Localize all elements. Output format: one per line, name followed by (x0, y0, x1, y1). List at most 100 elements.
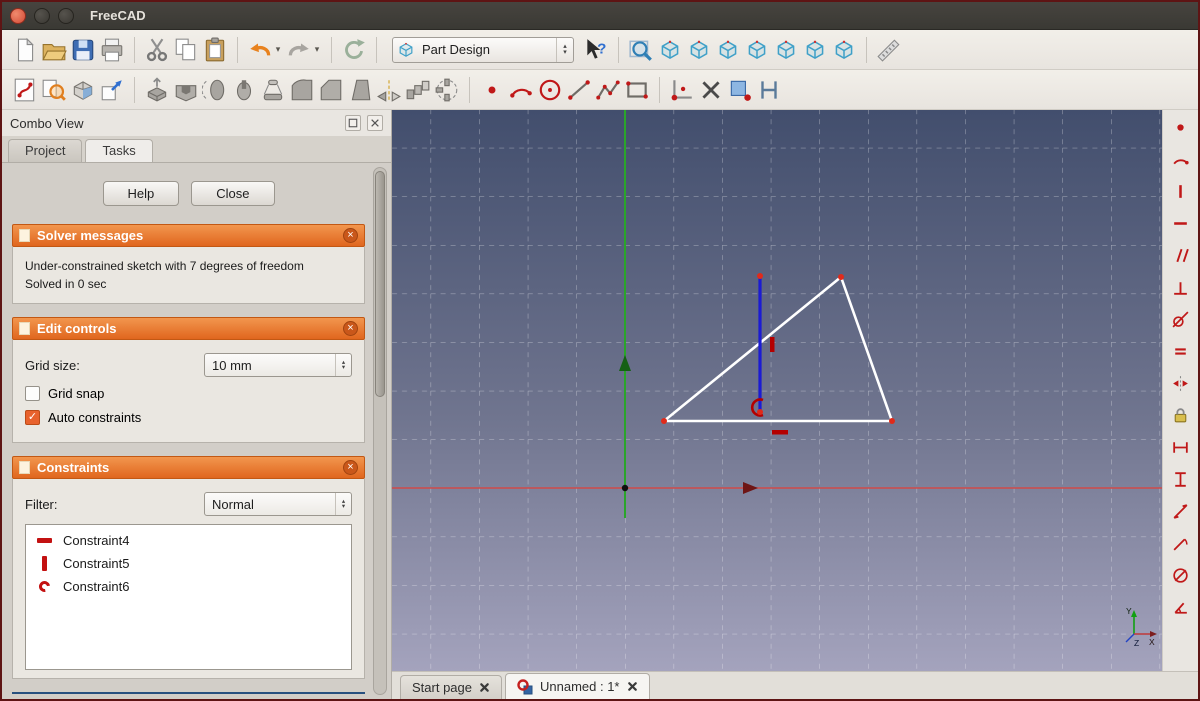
fit-all-icon[interactable] (628, 37, 654, 63)
constraints-filter-select[interactable]: Normal ▴ ▾ (204, 492, 352, 516)
help-button[interactable]: Help (102, 181, 180, 206)
constraint-distance-y-icon[interactable] (1171, 470, 1190, 489)
save-document-icon[interactable] (70, 37, 96, 63)
3d-view[interactable]: Y Z X (392, 110, 1162, 671)
new-document-icon[interactable] (12, 37, 38, 63)
constraint-lock-icon[interactable] (1171, 406, 1190, 425)
combo-arrows-icon[interactable]: ▴ ▾ (556, 37, 573, 62)
sketch-map-icon[interactable] (70, 77, 96, 103)
groove-icon[interactable] (231, 77, 257, 103)
measure-distance-icon[interactable] (876, 37, 902, 63)
constraint-symmetric-icon[interactable] (1171, 374, 1190, 393)
scrollbar-thumb[interactable] (375, 171, 385, 397)
create-point-icon[interactable] (479, 77, 505, 103)
undo-icon[interactable] (247, 37, 273, 63)
constraint-equal-icon[interactable] (1171, 342, 1190, 361)
tab-start-page[interactable]: Start page (400, 675, 502, 699)
linear-pattern-icon[interactable] (405, 77, 431, 103)
print-document-icon[interactable] (99, 37, 125, 63)
copy-icon[interactable] (173, 37, 199, 63)
vertical-constraint-marker[interactable] (770, 337, 775, 352)
combo-arrows-icon[interactable]: ▴ ▾ (335, 493, 351, 515)
workbench-selector[interactable]: Part Design ▴ ▾ (392, 36, 574, 63)
dock-float-icon[interactable] (345, 115, 361, 131)
sketch-viewport-canvas[interactable]: Y Z X (392, 110, 1162, 671)
sketch-edit-icon[interactable] (41, 77, 67, 103)
create-circle-icon[interactable] (537, 77, 563, 103)
constraint-distance-x-icon[interactable] (1171, 438, 1190, 457)
redo-icon[interactable] (286, 37, 312, 63)
tasks-scrollbar[interactable] (373, 167, 387, 695)
refresh-icon[interactable] (341, 37, 367, 63)
close-button[interactable]: Close (191, 181, 275, 206)
window-close-button[interactable] (10, 7, 26, 24)
list-item-constraint5[interactable]: Constraint5 (26, 552, 351, 575)
section-close-icon[interactable]: × (343, 460, 358, 475)
view-front-icon[interactable] (686, 37, 712, 63)
constraint-point-on-object-icon[interactable] (1171, 150, 1190, 169)
constraint-tangent-icon[interactable] (1171, 310, 1190, 329)
solver-messages-header[interactable]: Solver messages × (12, 224, 365, 247)
external-geometry-icon[interactable] (727, 77, 753, 103)
view-axonometric-icon[interactable] (657, 37, 683, 63)
auto-constraints-checkbox[interactable]: ✓ (25, 410, 40, 425)
whats-this-icon[interactable]: ? (583, 37, 609, 63)
toggle-construction-icon[interactable] (756, 77, 782, 103)
pocket-icon[interactable] (173, 77, 199, 103)
grid-size-select[interactable]: 10 mm ▴ ▾ (204, 353, 352, 377)
constraint-diameter-icon[interactable] (1171, 566, 1190, 585)
constraint-vertical-icon[interactable] (1171, 182, 1190, 201)
constraints-header[interactable]: Constraints × (12, 456, 365, 479)
section-close-icon[interactable]: × (343, 228, 358, 243)
constrain-coincident-icon[interactable] (669, 77, 695, 103)
fillet-icon[interactable] (289, 77, 315, 103)
section-close-icon[interactable]: × (343, 321, 358, 336)
dock-close-icon[interactable] (367, 115, 383, 131)
view-right-icon[interactable] (744, 37, 770, 63)
origin-point[interactable] (621, 484, 629, 492)
list-item-constraint4[interactable]: Constraint4 (26, 529, 351, 552)
constraint-perpendicular-icon[interactable] (1171, 278, 1190, 297)
mirrored-icon[interactable] (376, 77, 402, 103)
undo-dropdown-icon[interactable]: ▾ (273, 44, 283, 55)
redo-dropdown-icon[interactable]: ▾ (312, 44, 322, 55)
create-arc-icon[interactable] (508, 77, 534, 103)
close-tab-icon[interactable] (627, 681, 638, 692)
constraint-parallel-icon[interactable] (1171, 246, 1190, 265)
constraint-angle-icon[interactable] (1171, 598, 1190, 617)
additive-loft-icon[interactable] (260, 77, 286, 103)
view-bottom-icon[interactable] (802, 37, 828, 63)
cut-icon[interactable] (144, 37, 170, 63)
list-item-constraint6[interactable]: Constraint6 (26, 575, 351, 598)
constraint-radius-icon[interactable] (1171, 534, 1190, 553)
chamfer-icon[interactable] (318, 77, 344, 103)
view-left-icon[interactable] (831, 37, 857, 63)
constraint-horizontal-icon[interactable] (1171, 214, 1190, 233)
window-maximize-button[interactable] (58, 7, 74, 24)
next-section-partial[interactable] (12, 692, 365, 694)
sketch-create-icon[interactable] (12, 77, 38, 103)
constraint-distance-icon[interactable] (1171, 502, 1190, 521)
sketch-validate-icon[interactable] (99, 77, 125, 103)
create-rectangle-icon[interactable] (624, 77, 650, 103)
tab-unnamed-document[interactable]: Unnamed : 1* (505, 673, 650, 699)
revolution-icon[interactable] (202, 77, 228, 103)
grid-snap-checkbox[interactable] (25, 386, 40, 401)
tab-tasks[interactable]: Tasks (85, 139, 153, 162)
create-polyline-icon[interactable] (595, 77, 621, 103)
close-tab-icon[interactable] (479, 682, 490, 693)
paste-icon[interactable] (202, 37, 228, 63)
draft-icon[interactable] (347, 77, 373, 103)
trim-edge-icon[interactable] (698, 77, 724, 103)
create-line-icon[interactable] (566, 77, 592, 103)
combo-arrows-icon[interactable]: ▴ ▾ (335, 354, 351, 376)
edit-controls-header[interactable]: Edit controls × (12, 317, 365, 340)
view-rear-icon[interactable] (773, 37, 799, 63)
pad-icon[interactable] (144, 76, 170, 103)
horizontal-constraint-marker[interactable] (772, 430, 788, 435)
constraint-coincident-icon[interactable] (1171, 118, 1190, 137)
view-top-icon[interactable] (715, 37, 741, 63)
polar-pattern-icon[interactable] (434, 77, 460, 103)
tab-project[interactable]: Project (8, 139, 83, 162)
window-minimize-button[interactable] (34, 7, 50, 24)
